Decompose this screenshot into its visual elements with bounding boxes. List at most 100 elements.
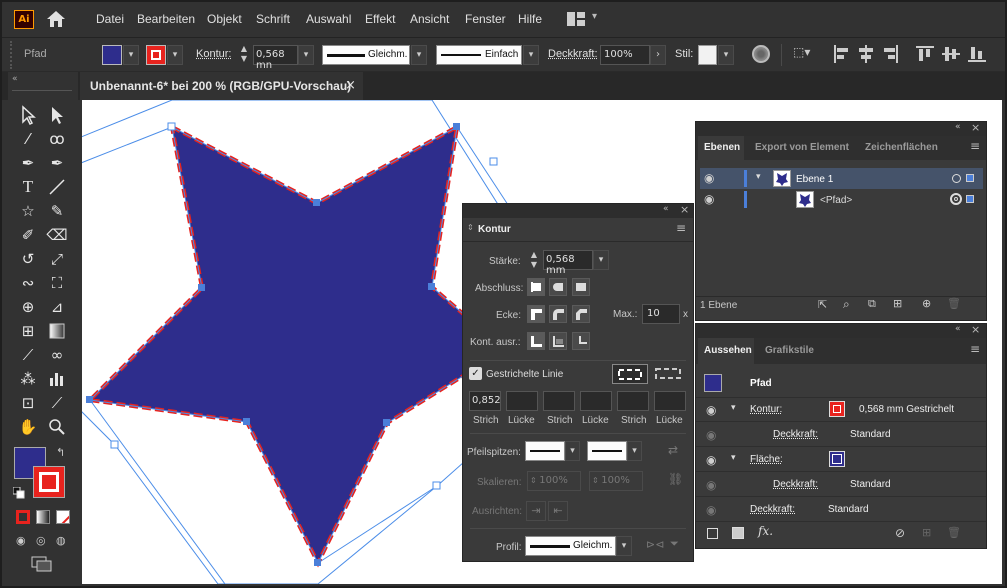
stroke-stepper[interactable]: ▲ ▼ — [236, 44, 252, 66]
align-right-icon[interactable] — [883, 45, 899, 66]
expand-chevron-icon[interactable]: ▾ — [731, 403, 736, 413]
eyedropper-tool-icon[interactable]: ⟋ — [17, 344, 39, 366]
arrowhead-start-dropdown[interactable]: ▾ — [565, 441, 580, 461]
staerke-input[interactable]: 0,568 mm — [543, 250, 593, 276]
align-dash-corners-icon[interactable] — [651, 364, 687, 384]
selection-indicator[interactable] — [966, 174, 974, 182]
target-selected-icon[interactable] — [950, 193, 962, 205]
align-to-icon[interactable]: ⬚▾ — [793, 45, 815, 63]
menu-fenster[interactable]: Fenster — [465, 12, 506, 26]
variable-width-profile[interactable]: Gleichm. — [322, 45, 410, 65]
ebenen-titlebar[interactable]: « × — [696, 121, 986, 136]
slice-tool-icon[interactable]: ⟋ — [46, 392, 68, 414]
arrow-tip-beyond-icon[interactable]: ⇥ — [526, 501, 546, 521]
chevron-down-icon[interactable]: ▾ — [592, 11, 597, 22]
collapse-panel-icon[interactable]: « — [663, 204, 669, 214]
opacity-input[interactable]: 100% — [600, 45, 650, 65]
projecting-cap-icon[interactable] — [572, 278, 590, 296]
paintbrush-tool-icon[interactable]: ✎ — [46, 200, 68, 222]
panel-menu-icon[interactable]: ≡ — [970, 139, 980, 153]
round-cap-icon[interactable] — [549, 278, 567, 296]
kontur-panel-titlebar[interactable]: « × — [463, 203, 693, 218]
scale-start-input[interactable]: ⇕ 100% — [527, 471, 581, 491]
visibility-eye-icon[interactable]: ◉ — [706, 453, 716, 467]
pen-tool-icon[interactable]: ✒ — [17, 152, 39, 174]
flip-vertical-icon[interactable]: ⏷ — [670, 537, 679, 551]
document-tab[interactable]: Unbenannt-6* bei 200 % (RGB/GPU-Vorschau… — [80, 72, 363, 100]
miter-join-icon[interactable] — [527, 305, 545, 323]
selection-tool-icon[interactable] — [17, 104, 39, 126]
staerke-dropdown[interactable]: ▾ — [593, 250, 609, 270]
add-new-fill-icon[interactable] — [732, 527, 744, 539]
visibility-eye-icon[interactable]: ◉ — [704, 171, 714, 185]
menu-bearbeiten[interactable]: Bearbeiten — [137, 12, 195, 26]
add-effect-icon[interactable]: fx. — [758, 524, 773, 538]
dash-3-input[interactable] — [617, 391, 649, 411]
star-tool-icon[interactable]: ☆ — [17, 200, 39, 222]
default-colors-icon[interactable] — [12, 486, 25, 499]
layer-row-ebene1[interactable] — [700, 168, 983, 189]
gradient-tool-icon[interactable] — [46, 320, 68, 342]
free-transform-tool-icon[interactable]: ⛶ — [46, 272, 68, 294]
rotate-tool-icon[interactable]: ↺ — [17, 248, 39, 270]
home-icon[interactable] — [46, 10, 66, 28]
selection-indicator[interactable] — [966, 195, 974, 203]
locate-object-icon[interactable]: ⌕ — [843, 297, 850, 312]
blend-tool-icon[interactable]: ∞ — [46, 344, 68, 366]
brush-dropdown[interactable]: ▾ — [523, 45, 539, 65]
bevel-join-icon[interactable] — [572, 305, 590, 323]
style-dropdown[interactable]: ▾ — [718, 45, 734, 65]
brush-definition[interactable]: Einfach — [436, 45, 522, 65]
flaeche-opacity-label[interactable]: Deckkraft: — [773, 479, 818, 490]
tab-ebenen[interactable]: Ebenen — [698, 136, 744, 160]
type-tool-icon[interactable]: T — [17, 176, 39, 198]
shape-builder-tool-icon[interactable]: ⊕ — [17, 296, 39, 318]
tab-grafikstile[interactable]: Grafikstile — [765, 345, 814, 356]
gap-1-input[interactable] — [506, 391, 538, 411]
arrowhead-start[interactable] — [525, 441, 565, 461]
align-stroke-outside-icon[interactable] — [572, 332, 590, 350]
new-layer-icon[interactable]: ⊕ — [922, 297, 931, 310]
artboard-tool-icon[interactable]: ⊡ — [17, 392, 39, 414]
draw-normal-icon[interactable]: ◉ — [16, 534, 26, 547]
scale-tool-icon[interactable]: ⤢ — [46, 248, 68, 270]
delete-layer-icon[interactable]: 🗑 — [947, 297, 961, 310]
visibility-eye-icon[interactable]: ◉ — [706, 428, 716, 442]
make-clipping-mask-icon[interactable]: ⧉ — [868, 297, 876, 311]
dashed-line-checkbox[interactable]: ✓ — [469, 367, 482, 380]
round-join-icon[interactable] — [549, 305, 567, 323]
stroke-weight-dropdown[interactable]: ▾ — [298, 45, 314, 65]
direct-selection-tool-icon[interactable] — [46, 104, 68, 126]
dash-2-input[interactable] — [543, 391, 575, 411]
export-icon[interactable]: ⇱ — [818, 298, 827, 311]
collapse-panel-icon[interactable]: « — [955, 324, 961, 334]
arrowhead-end-dropdown[interactable]: ▾ — [627, 441, 642, 461]
kontur-row-label[interactable]: Kontur: — [750, 404, 782, 415]
arrowhead-end[interactable] — [587, 441, 627, 461]
perspective-grid-tool-icon[interactable]: ⊿ — [46, 296, 68, 318]
kontur-color-swatch[interactable] — [829, 401, 845, 417]
close-tab-icon[interactable]: × — [345, 78, 356, 93]
layer-name-ebene1[interactable]: Ebene 1 — [796, 174, 833, 185]
object-opacity-label[interactable]: Deckkraft: — [750, 504, 795, 515]
align-top-icon[interactable] — [916, 45, 934, 66]
clear-appearance-icon[interactable]: ⊘ — [895, 526, 905, 540]
zoom-tool-icon[interactable] — [46, 416, 68, 438]
symbol-sprayer-tool-icon[interactable]: ⁂ — [17, 368, 39, 390]
stroke-color-swatch[interactable] — [33, 466, 65, 498]
visibility-eye-icon[interactable]: ◉ — [704, 192, 714, 206]
align-stroke-inside-icon[interactable] — [549, 332, 567, 350]
butt-cap-icon[interactable] — [527, 278, 545, 296]
target-icon[interactable] — [952, 174, 961, 183]
miter-limit-input[interactable]: 10 — [642, 304, 680, 324]
gradient-mode-icon[interactable] — [36, 510, 50, 524]
fill-dropdown[interactable]: ▾ — [123, 45, 139, 65]
expand-chevron-icon[interactable]: ▾ — [731, 453, 736, 463]
add-new-stroke-icon[interactable] — [707, 528, 718, 539]
menu-datei[interactable]: Datei — [96, 12, 124, 26]
kontur-opacity-label[interactable]: Deckkraft: — [773, 429, 818, 440]
close-panel-icon[interactable]: × — [680, 203, 689, 216]
magic-wand-tool-icon[interactable]: ⁄ — [17, 128, 39, 150]
flip-horizontal-icon[interactable]: ⊳⊲ — [646, 538, 664, 551]
opacity-flyout[interactable]: › — [650, 45, 666, 65]
